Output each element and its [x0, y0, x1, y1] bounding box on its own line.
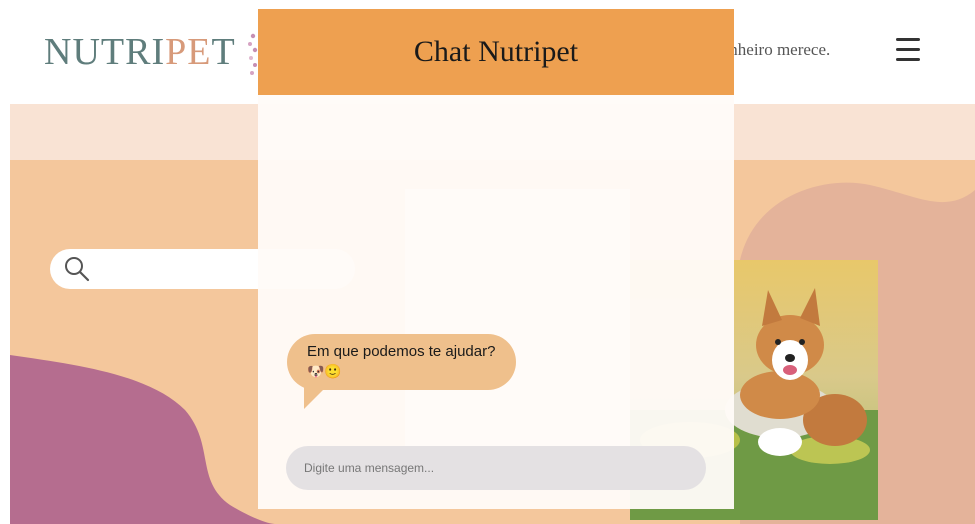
chat-title: Chat Nutripet [413, 35, 579, 68]
chat-bubble-tail [304, 385, 328, 409]
chat-message-bubble: Em que podemos te ajudar? 🐶🙂 [287, 334, 516, 390]
chat-panel: Chat Nutripet Em que podemos te ajudar? … [258, 9, 734, 509]
logo-text-1: NUTRI [44, 31, 166, 73]
chat-message-text: Em que podemos te ajudar? [307, 343, 496, 360]
logo-text-2: PE [165, 31, 212, 73]
chat-header: Chat Nutripet [258, 9, 734, 95]
logo-text-3: T [211, 31, 236, 73]
search-icon[interactable] [64, 256, 90, 282]
nutripet-logo[interactable]: NUTRIPET [44, 30, 236, 74]
chat-message-emoji: 🐶🙂 [307, 363, 342, 379]
hamburger-menu-icon[interactable] [896, 38, 920, 62]
chat-message-input[interactable] [286, 446, 706, 490]
